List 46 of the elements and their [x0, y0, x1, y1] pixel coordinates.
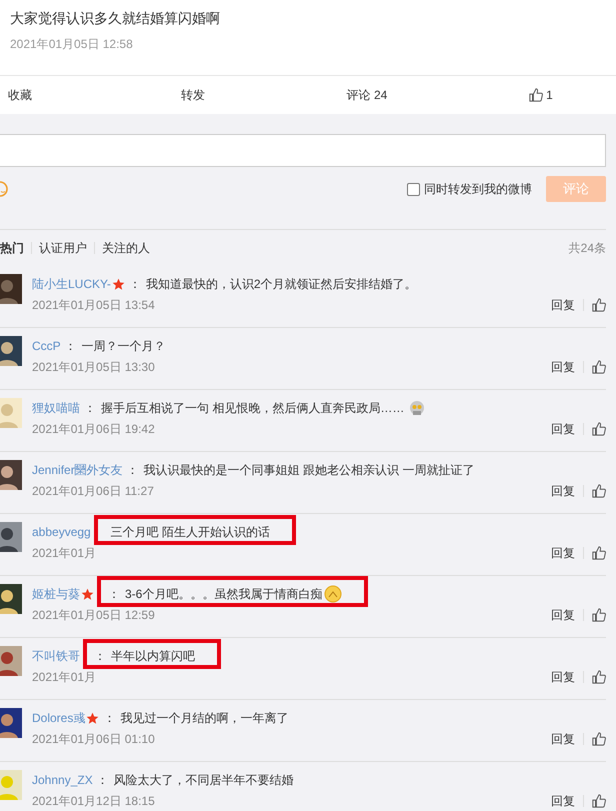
post-time: 2021年01月05日 12:58: [10, 36, 134, 53]
reply-link[interactable]: 回复: [551, 296, 575, 314]
colon: ：: [126, 462, 139, 478]
comment-text: 3-6个月吧。。。虽然我属于情商白痴: [125, 586, 322, 602]
filter-tab[interactable]: 认证用户: [31, 242, 94, 254]
action-link[interactable]: 收藏: [0, 86, 106, 104]
comment-time: 2021年01月06日 19:42: [32, 420, 155, 438]
reply-link[interactable]: 回复: [551, 668, 575, 686]
comment-time: 2021年01月05日 13:30: [32, 358, 155, 376]
comment-text: 风险太大了，不同居半年不要结婚: [114, 772, 294, 788]
action-link[interactable]: 转发: [106, 86, 280, 104]
comment-text: 握手后互相说了一句 相见恨晚，然后俩人直奔民政局……: [101, 400, 404, 416]
colon: ：: [108, 586, 120, 602]
comment-count: 共24条: [568, 240, 606, 256]
filter-tab[interactable]: 热门: [0, 242, 31, 254]
colon: ：: [94, 648, 106, 664]
reply-link[interactable]: 回复: [551, 606, 575, 624]
colon: ：: [128, 276, 141, 292]
comment-text: 我见过一个月结的啊，一年离了: [120, 710, 288, 726]
comment-text: 一周？一个月？: [82, 338, 166, 354]
comment-time: 2021年01月06日 11:27: [32, 482, 154, 500]
reply-link[interactable]: 回复: [551, 358, 575, 376]
comment-time: 2021年01月05日 13:54: [32, 296, 155, 314]
post-text: 大家觉得认识多久就结婚算闪婚啊: [10, 10, 221, 28]
comment-time: 2021年01月06日 01:10: [32, 730, 155, 748]
comment-time: 2021年01月: [32, 544, 96, 562]
comment-text: 我知道最快的，认识2个月就领证然后安排结婚了。: [146, 276, 417, 292]
comment-text: 我认识最快的是一个同事姐姐 跟她老公相亲认识 一周就扯证了: [144, 462, 474, 478]
comment-time: 2021年01月12日 18:15: [32, 792, 155, 810]
comment-text: 三个月吧 陌生人开始认识的话: [110, 524, 270, 540]
comment-text: 半年以内算闪吧: [111, 648, 195, 664]
filter-tab[interactable]: 关注的人: [94, 242, 157, 254]
colon: ：: [64, 338, 77, 354]
action-link[interactable]: 评论 24: [280, 86, 454, 104]
reply-link[interactable]: 回复: [551, 792, 575, 810]
comment-time: 2021年01月: [32, 668, 96, 686]
reply-link[interactable]: 回复: [551, 730, 575, 748]
colon: ：: [84, 400, 96, 416]
colon: ：: [103, 710, 116, 726]
colon: ：: [96, 772, 109, 788]
reply-link[interactable]: 回复: [551, 482, 575, 500]
forward-label: 同时转发到我的微博: [424, 180, 532, 198]
reply-link[interactable]: 回复: [551, 544, 575, 562]
like-button[interactable]: 1: [454, 88, 616, 102]
reply-link[interactable]: 回复: [551, 420, 575, 438]
comment-time: 2021年01月05日 12:59: [32, 606, 155, 624]
